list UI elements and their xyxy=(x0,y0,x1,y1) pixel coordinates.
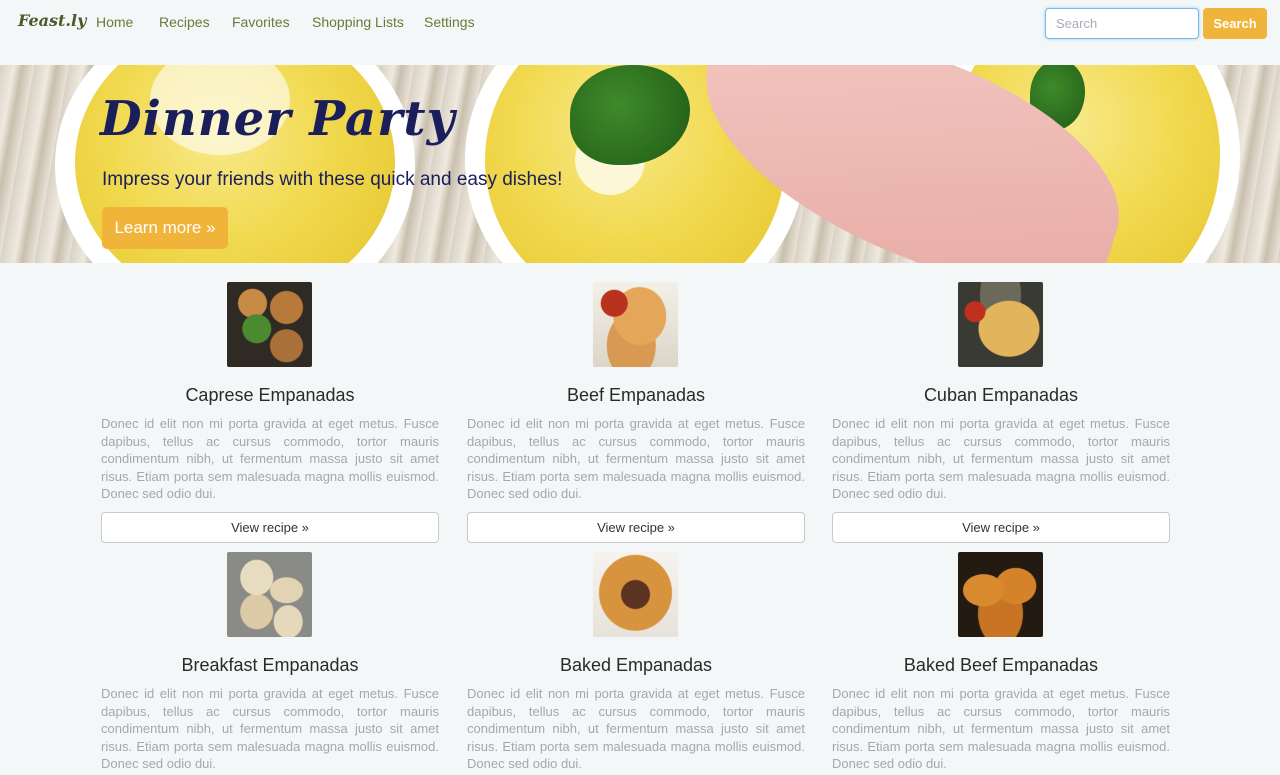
view-recipe-button[interactable]: View recipe » xyxy=(832,512,1170,543)
learn-more-button[interactable]: Learn more » xyxy=(102,207,228,249)
nav-link-home[interactable]: Home xyxy=(96,14,133,30)
recipe-thumbnail[interactable] xyxy=(958,282,1043,367)
nav-link-recipes[interactable]: Recipes xyxy=(159,14,210,30)
view-recipe-button[interactable]: View recipe » xyxy=(101,512,439,543)
nav-link-shopping-lists[interactable]: Shopping Lists xyxy=(312,14,404,30)
nav-link-favorites[interactable]: Favorites xyxy=(232,14,290,30)
recipe-title: Baked Empanadas xyxy=(559,655,713,675)
brand-logo[interactable]: Feast.ly xyxy=(18,11,86,30)
nav-link-settings[interactable]: Settings xyxy=(424,14,475,30)
recipe-thumbnail[interactable] xyxy=(227,282,312,367)
recipe-description: Donec id elit non mi porta gravida at eg… xyxy=(467,686,805,772)
hero-title: Dinner Party xyxy=(100,91,456,147)
search-input[interactable] xyxy=(1045,8,1199,39)
recipe-title: Breakfast Empanadas xyxy=(181,655,359,675)
recipe-thumbnail[interactable] xyxy=(593,552,678,637)
hero-banner: Dinner Party Impress your friends with t… xyxy=(0,65,1280,263)
search-button[interactable]: Search xyxy=(1203,8,1267,39)
recipe-title: Baked Beef Empanadas xyxy=(903,655,1099,675)
recipe-description: Donec id elit non mi porta gravida at eg… xyxy=(101,686,439,772)
recipe-title: Caprese Empanadas xyxy=(185,385,355,405)
recipe-thumbnail[interactable] xyxy=(227,552,312,637)
recipe-description: Donec id elit non mi porta gravida at eg… xyxy=(832,416,1170,502)
recipe-title: Beef Empanadas xyxy=(566,385,706,405)
recipe-description: Donec id elit non mi porta gravida at eg… xyxy=(101,416,439,502)
recipe-thumbnail[interactable] xyxy=(958,552,1043,637)
recipe-title: Cuban Empanadas xyxy=(923,385,1079,405)
view-recipe-button[interactable]: View recipe » xyxy=(467,512,805,543)
recipe-description: Donec id elit non mi porta gravida at eg… xyxy=(832,686,1170,772)
navbar: Feast.ly Home Recipes Favorites Shopping… xyxy=(0,0,1280,46)
hero-subtitle: Impress your friends with these quick an… xyxy=(102,169,563,190)
recipe-thumbnail[interactable] xyxy=(593,282,678,367)
recipe-description: Donec id elit non mi porta gravida at eg… xyxy=(467,416,805,502)
